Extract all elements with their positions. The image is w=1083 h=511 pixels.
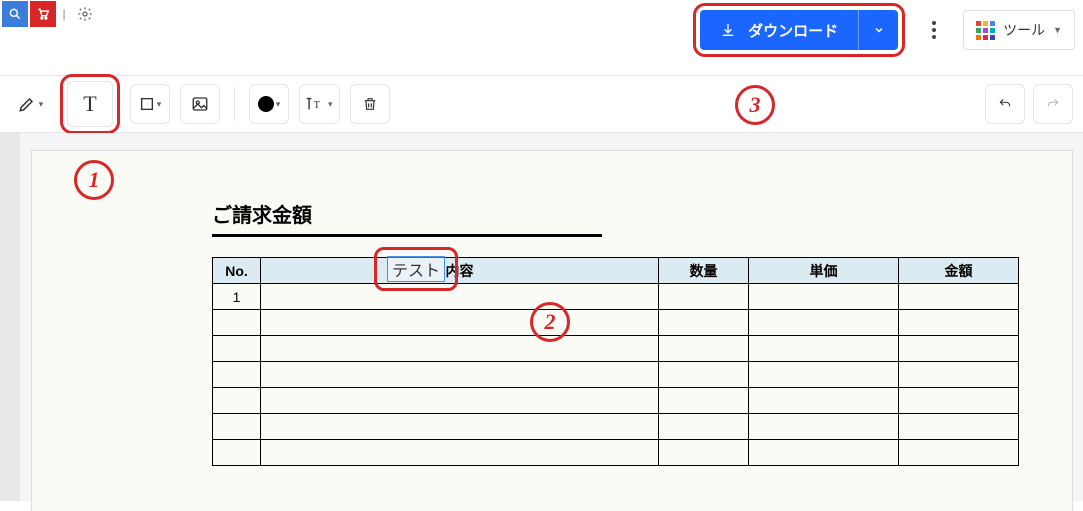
table-row: 1 bbox=[213, 284, 1019, 310]
callout-badge-2: 2 bbox=[530, 302, 570, 342]
more-button[interactable] bbox=[917, 13, 951, 47]
callout-download: ダウンロード bbox=[693, 3, 905, 57]
fill-color-tool[interactable]: ▾ bbox=[249, 84, 289, 124]
callout-text-annotation: テスト bbox=[374, 247, 458, 291]
cell-unit bbox=[749, 284, 899, 310]
invoice-table: No. 内容 数量 単価 金額 1 bbox=[212, 257, 1019, 466]
caret-down-icon: ▾ bbox=[39, 99, 44, 110]
table-row bbox=[213, 362, 1019, 388]
col-unit-price: 単価 bbox=[749, 258, 899, 284]
shape-tool[interactable]: ▾ bbox=[130, 84, 170, 124]
svg-text:T: T bbox=[314, 100, 320, 111]
chevron-down-icon bbox=[873, 24, 885, 36]
cell-qty bbox=[659, 284, 749, 310]
apps-grid-icon bbox=[976, 21, 995, 40]
table-row bbox=[213, 336, 1019, 362]
tools-button[interactable]: ツール ▼ bbox=[963, 10, 1075, 50]
image-icon bbox=[191, 95, 209, 113]
callout-badge-3: 3 bbox=[735, 85, 775, 125]
col-no: No. bbox=[213, 258, 261, 284]
highlighter-icon bbox=[17, 94, 37, 114]
tools-label: ツール bbox=[1003, 20, 1045, 40]
table-header-row: No. 内容 数量 単価 金額 bbox=[213, 258, 1019, 284]
table-row bbox=[213, 440, 1019, 466]
kebab-icon bbox=[932, 21, 936, 39]
col-description: 内容 bbox=[261, 258, 659, 284]
table-row bbox=[213, 388, 1019, 414]
text-size-icon: T bbox=[306, 96, 326, 112]
callout-text-tool: T bbox=[60, 74, 120, 134]
text-tool-glyph: T bbox=[83, 91, 96, 117]
filled-circle-icon bbox=[258, 96, 274, 112]
text-size-tool[interactable]: T ▾ bbox=[299, 84, 340, 124]
undo-icon bbox=[996, 97, 1014, 111]
cell-amt bbox=[899, 284, 1019, 310]
redo-icon bbox=[1044, 97, 1062, 111]
download-icon bbox=[720, 22, 736, 38]
editor-toolbar: ▾ T ▾ ▾ T ▾ bbox=[0, 75, 1083, 133]
divider bbox=[234, 87, 235, 121]
undo-button[interactable] bbox=[985, 84, 1025, 124]
caret-down-icon: ▾ bbox=[276, 99, 281, 110]
download-button[interactable]: ダウンロード bbox=[700, 10, 858, 50]
col-amount: 金額 bbox=[899, 258, 1019, 284]
highlighter-tool[interactable]: ▾ bbox=[10, 84, 50, 124]
callout-badge-1: 1 bbox=[74, 160, 114, 200]
header-bar: ダウンロード ツール ▼ bbox=[0, 2, 1083, 58]
image-tool[interactable] bbox=[180, 84, 220, 124]
text-annotation[interactable]: テスト bbox=[387, 256, 445, 282]
download-caret-button[interactable] bbox=[858, 10, 898, 50]
download-label: ダウンロード bbox=[748, 20, 838, 41]
cell-desc bbox=[261, 284, 659, 310]
thumbnail-gutter[interactable] bbox=[0, 133, 20, 501]
trash-icon bbox=[362, 95, 378, 113]
col-quantity: 数量 bbox=[659, 258, 749, 284]
delete-tool[interactable] bbox=[350, 84, 390, 124]
table-row bbox=[213, 310, 1019, 336]
square-icon bbox=[139, 96, 155, 112]
page-title: ご請求金額 bbox=[212, 199, 602, 237]
table-row bbox=[213, 414, 1019, 440]
caret-down-icon: ▼ bbox=[1053, 25, 1062, 35]
text-tool[interactable]: T bbox=[67, 81, 113, 127]
cell-no: 1 bbox=[213, 284, 261, 310]
caret-down-icon: ▾ bbox=[157, 99, 162, 110]
caret-down-icon: ▾ bbox=[328, 99, 333, 110]
redo-button[interactable] bbox=[1033, 84, 1073, 124]
